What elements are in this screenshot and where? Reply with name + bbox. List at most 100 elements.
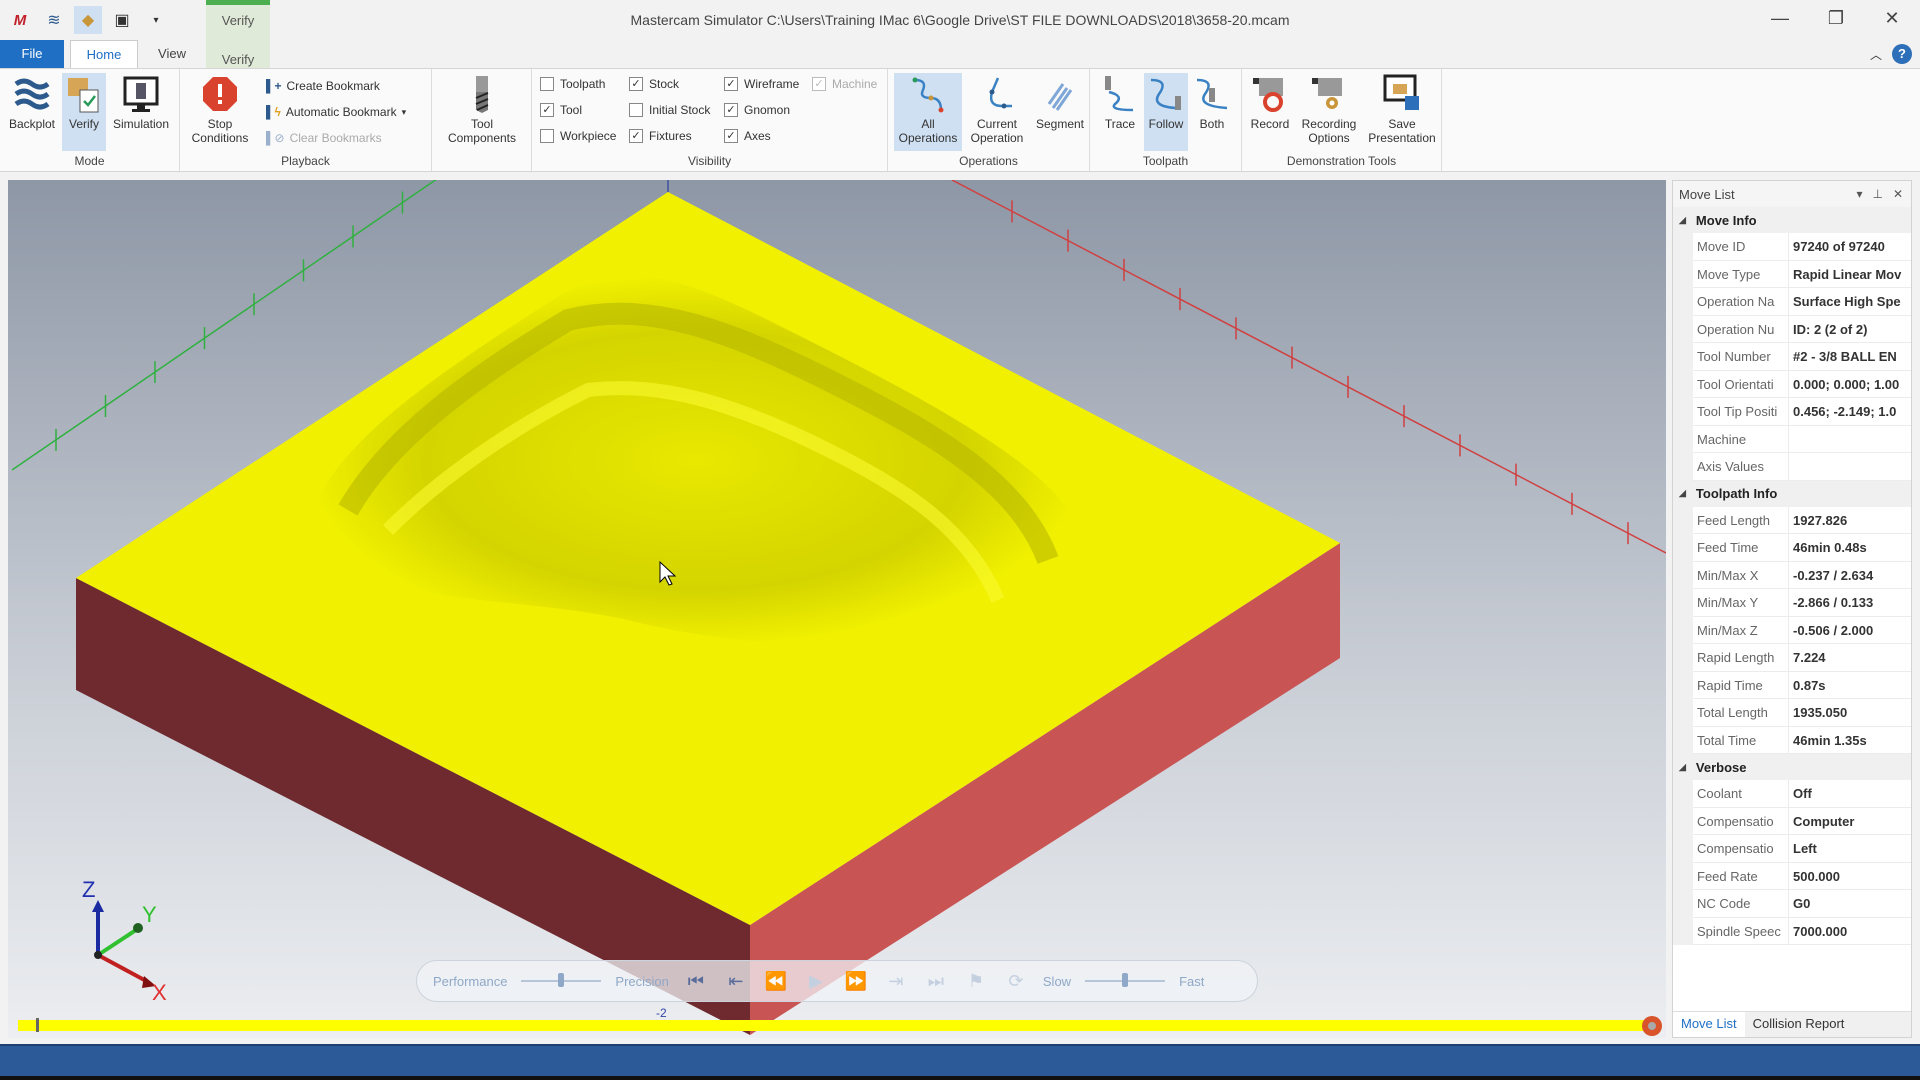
property-row[interactable]: Axis Values xyxy=(1693,453,1911,481)
property-name: Spindle Speec xyxy=(1693,917,1789,944)
tab-move-list[interactable]: Move List xyxy=(1673,1012,1745,1037)
fixtures-checkbox[interactable]: ✓ Fixtures xyxy=(629,129,692,143)
segment-button[interactable]: Segment xyxy=(1032,73,1088,151)
property-row[interactable]: Feed Rate 500.000 xyxy=(1693,862,1911,890)
help-icon[interactable]: ? xyxy=(1892,44,1912,64)
property-row[interactable]: Min/Max Z -0.506 / 2.000 xyxy=(1693,616,1911,644)
backplot-button[interactable]: Backplot xyxy=(4,73,60,151)
property-row[interactable]: Total Time 46min 1.35s xyxy=(1693,726,1911,754)
property-value: 500.000 xyxy=(1793,868,1840,884)
initial-stock-checkbox[interactable]: Initial Stock xyxy=(629,103,710,117)
property-row[interactable]: Operation Nu ID: 2 (2 of 2) xyxy=(1693,315,1911,343)
timeline-start-marker[interactable] xyxy=(36,1018,39,1032)
tool-components-button[interactable]: Tool Components xyxy=(440,73,524,151)
timeline-track[interactable] xyxy=(18,1020,1660,1031)
speed-slider[interactable] xyxy=(1085,973,1166,987)
property-name: Machine xyxy=(1693,425,1789,452)
create-bookmark-button[interactable]: ▌+ Create Bookmark xyxy=(266,75,380,97)
property-row[interactable]: Min/Max X -0.237 / 2.634 xyxy=(1693,561,1911,589)
property-row[interactable]: Compensatio Computer xyxy=(1693,807,1911,835)
property-row[interactable]: Coolant Off xyxy=(1693,780,1911,808)
tab-file[interactable]: File xyxy=(0,40,64,68)
rewind-button[interactable]: ⏪ xyxy=(763,971,789,992)
property-row[interactable]: Feed Length 1927.826 xyxy=(1693,506,1911,534)
follow-button[interactable]: Follow xyxy=(1144,73,1188,151)
automatic-bookmark-button[interactable]: ▌ϟ Automatic Bookmark ▾ xyxy=(266,101,406,123)
property-name: Compensatio xyxy=(1693,807,1789,834)
property-row[interactable]: Feed Time 46min 0.48s xyxy=(1693,534,1911,562)
property-row[interactable]: Move Type Rapid Linear Mov xyxy=(1693,260,1911,288)
property-row[interactable]: Tool Number #2 - 3/8 BALL EN xyxy=(1693,343,1911,371)
stop-conditions-button[interactable]: Stop Conditions xyxy=(186,73,254,151)
panel-close-icon[interactable]: ✕ xyxy=(1893,187,1903,201)
tab-home[interactable]: Home xyxy=(70,40,138,68)
precision-label: Precision xyxy=(615,973,669,989)
gnomon-checkbox[interactable]: ✓ Gnomon xyxy=(724,103,790,117)
loop-button[interactable]: ⟳ xyxy=(1003,971,1029,992)
quality-slider-thumb[interactable] xyxy=(558,973,565,987)
trace-button[interactable]: Trace xyxy=(1098,73,1142,151)
quality-slider[interactable] xyxy=(521,973,602,987)
all-operations-button[interactable]: All Operations xyxy=(894,73,962,151)
tab-view[interactable]: View xyxy=(150,40,194,68)
property-value: -0.506 / 2.000 xyxy=(1793,622,1874,638)
verify-mode-button[interactable]: Verify xyxy=(62,73,106,151)
recording-options-button[interactable]: Recording Options xyxy=(1296,73,1362,151)
skip-to-end-button[interactable]: ⏭ xyxy=(923,971,949,992)
property-row[interactable]: Tool Orientati 0.000; 0.000; 1.00 xyxy=(1693,370,1911,398)
3d-viewport[interactable]: Z Y X xyxy=(8,180,1666,1038)
close-button[interactable]: ✕ xyxy=(1864,0,1920,36)
property-row[interactable]: Rapid Length 7.224 xyxy=(1693,644,1911,672)
property-row[interactable]: Rapid Time 0.87s xyxy=(1693,671,1911,699)
property-value: Computer xyxy=(1793,813,1855,829)
property-row[interactable]: Tool Tip Positi 0.456; -2.149; 1.0 xyxy=(1693,398,1911,426)
minimize-button[interactable]: — xyxy=(1752,0,1808,36)
property-row[interactable]: NC Code G0 xyxy=(1693,890,1911,918)
property-row[interactable]: Spindle Speec 7000.000 xyxy=(1693,917,1911,945)
property-name: Min/Max Y xyxy=(1693,589,1789,616)
tool-checkbox[interactable]: ✓ Tool xyxy=(540,103,582,117)
property-name: Feed Time xyxy=(1693,534,1789,561)
collapse-triangle-icon[interactable]: ◢ xyxy=(1679,488,1686,499)
title-bar: M ≋ ◆ ▣ ▾ Mastercam Simulator C:\Users\T… xyxy=(0,0,1920,40)
property-row[interactable]: Move ID 97240 of 97240 xyxy=(1693,233,1911,261)
panel-menu-icon[interactable]: ▾ xyxy=(1856,187,1862,201)
stock-checkbox[interactable]: ✓ Stock xyxy=(629,77,679,91)
pin-icon[interactable]: ⊥ xyxy=(1872,187,1882,201)
step-forward-button[interactable]: ⇥ xyxy=(883,971,909,992)
play-button[interactable]: ▶ xyxy=(803,971,829,992)
record-button[interactable]: Record xyxy=(1246,73,1294,151)
property-row[interactable]: Operation Na Surface High Spe xyxy=(1693,288,1911,316)
section-header[interactable]: ◢ Move Info xyxy=(1673,207,1911,233)
restore-button[interactable]: ❐ xyxy=(1808,0,1864,36)
toolpath-checkbox[interactable]: Toolpath xyxy=(540,77,605,91)
simulation-button[interactable]: Simulation xyxy=(108,73,174,151)
axes-checkbox[interactable]: ✓ Axes xyxy=(724,129,771,143)
timeline-position-thumb[interactable] xyxy=(1642,1016,1662,1036)
fast-forward-button[interactable]: ⏩ xyxy=(843,971,869,992)
both-button[interactable]: Both xyxy=(1190,73,1234,151)
backplot-icon xyxy=(12,73,52,115)
tab-collision-report[interactable]: Collision Report xyxy=(1745,1012,1853,1037)
collapse-triangle-icon[interactable]: ◢ xyxy=(1679,762,1686,773)
skip-to-start-button[interactable]: ⏮ xyxy=(683,971,709,992)
workpiece-checkbox[interactable]: Workpiece xyxy=(540,129,616,143)
save-presentation-button[interactable]: Save Presentation xyxy=(1364,73,1440,151)
property-value: 0.456; -2.149; 1.0 xyxy=(1793,404,1897,419)
axis-label: -2 xyxy=(656,1006,667,1020)
toolpath-group: Trace Follow Both Toolpath xyxy=(1090,69,1242,171)
property-row[interactable]: Min/Max Y -2.866 / 0.133 xyxy=(1693,589,1911,617)
speed-slider-thumb[interactable] xyxy=(1122,973,1129,987)
property-row[interactable]: Machine xyxy=(1693,425,1911,453)
property-name: Min/Max Z xyxy=(1693,616,1789,643)
section-header[interactable]: ◢ Toolpath Info xyxy=(1673,480,1911,507)
step-back-button[interactable]: ⇤ xyxy=(723,971,749,992)
collapse-ribbon-icon[interactable]: ︿ xyxy=(1870,46,1882,63)
collapse-triangle-icon[interactable]: ◢ xyxy=(1679,215,1686,226)
property-row[interactable]: Compensatio Left xyxy=(1693,835,1911,863)
current-operation-button[interactable]: Current Operation xyxy=(964,73,1030,151)
wireframe-checkbox[interactable]: ✓ Wireframe xyxy=(724,77,799,91)
section-header[interactable]: ◢ Verbose xyxy=(1673,754,1911,780)
property-row[interactable]: Total Length 1935.050 xyxy=(1693,699,1911,727)
add-bookmark-button[interactable]: ⚑ xyxy=(963,971,989,992)
